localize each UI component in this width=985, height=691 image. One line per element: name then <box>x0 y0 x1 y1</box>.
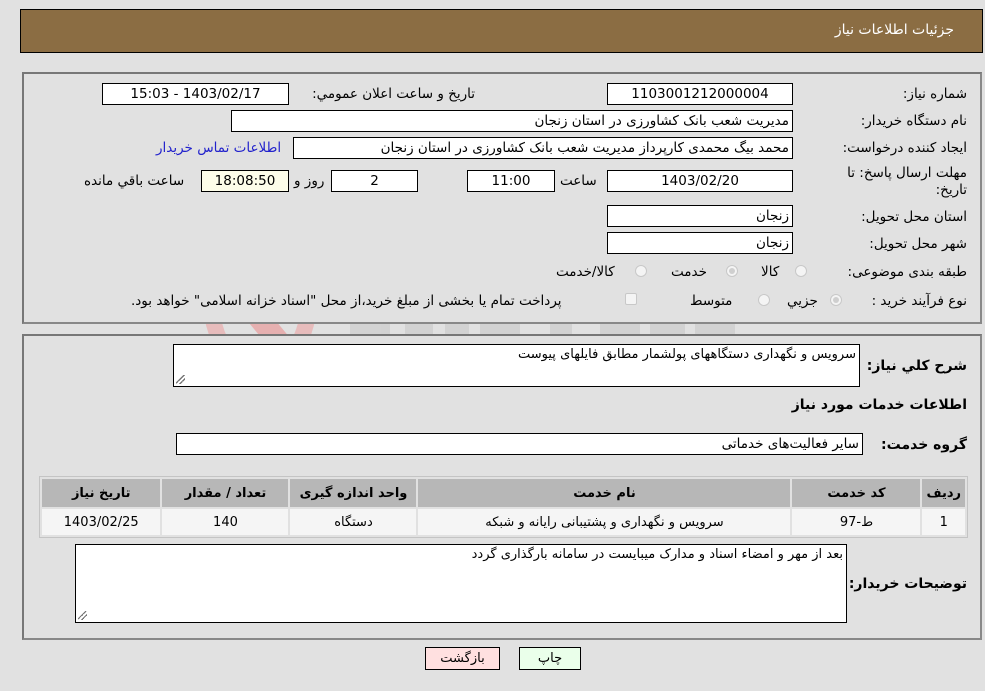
delivery-province-label: استان محل تحویل: <box>861 209 967 225</box>
col-header-quantity: تعداد / مقدار <box>162 479 289 507</box>
deadline-time-label: ساعت <box>560 173 597 189</box>
buyer-notes-label: توضیحات خریدار: <box>848 576 967 592</box>
need-number-label: شماره نیاز: <box>902 86 967 102</box>
cell-row-number: 1 <box>922 509 965 535</box>
remaining-time-label: ساعت باقي مانده <box>84 173 185 189</box>
buyer-contact-link[interactable]: اطلاعات تماس خریدار <box>156 140 281 156</box>
category-radio-service[interactable] <box>726 265 738 277</box>
treasury-checkbox[interactable] <box>625 293 637 305</box>
page-title: جزئیات اطلاعات نیاز <box>834 22 954 38</box>
description-label: شرح كلي نياز: <box>866 358 967 374</box>
page-header: جزئیات اطلاعات نیاز <box>20 9 983 53</box>
print-button[interactable]: چاپ <box>519 647 581 670</box>
service-group-field: سایر فعالیت‌های خدماتی <box>176 433 863 455</box>
process-radio-minor[interactable] <box>830 294 842 306</box>
col-header-service-name: نام خدمت <box>418 479 791 507</box>
requester-field: محمد بیگ محمدی کارپرداز مدیریت شعب بانک … <box>293 137 793 159</box>
remaining-days-field: 2 <box>331 170 418 192</box>
purchase-process-label: نوع فرآیند خرید : <box>871 293 967 309</box>
services-heading: اطلاعات خدمات مورد نیاز <box>791 397 967 413</box>
col-header-need-date: تاریخ نیاز <box>42 479 161 507</box>
services-table: ردیف کد خدمت نام خدمت واحد اندازه گیری ت… <box>39 476 968 538</box>
cell-quantity: 140 <box>162 509 289 535</box>
col-header-unit: واحد اندازه گیری <box>290 479 417 507</box>
cell-need-date: 1403/02/25 <box>42 509 161 535</box>
table-header-row: ردیف کد خدمت نام خدمت واحد اندازه گیری ت… <box>42 479 965 507</box>
deadline-label-line2: تاریخ: <box>935 182 967 198</box>
category-label: طبقه بندی موضوعی: <box>847 264 967 280</box>
cell-unit: دستگاه <box>290 509 417 535</box>
days-label: روز و <box>294 173 325 189</box>
requester-label: ایجاد کننده درخواست: <box>842 140 967 156</box>
resize-handle-icon[interactable] <box>176 375 185 384</box>
process-radio-medium[interactable] <box>758 294 770 306</box>
resize-handle-icon[interactable] <box>78 611 87 620</box>
col-header-row-number: ردیف <box>922 479 965 507</box>
treasury-note: پرداخت تمام یا بخشی از مبلغ خرید،از محل … <box>131 293 562 309</box>
process-option-minor: جزيي <box>787 293 818 309</box>
remaining-time-field: 18:08:50 <box>201 170 289 192</box>
description-text: سرویس و نگهداری دستگاههای پولشمار مطابق … <box>518 347 856 362</box>
description-textarea[interactable]: سرویس و نگهداری دستگاههای پولشمار مطابق … <box>173 344 860 387</box>
delivery-city-field: زنجان <box>607 232 793 254</box>
back-button[interactable]: بازگشت <box>425 647 500 670</box>
cell-service-name: سرویس و نگهداری و پشتیبانی رایانه و شبکه <box>418 509 791 535</box>
announce-datetime-label: تاریخ و ساعت اعلان عمومي: <box>312 86 475 102</box>
cell-service-code: ط-97 <box>792 509 921 535</box>
category-option-goods-service: کالا/خدمت <box>556 264 615 280</box>
category-radio-goods-service[interactable] <box>635 265 647 277</box>
need-number-field: 1103001212000004 <box>607 83 793 105</box>
table-row: 1 ط-97 سرویس و نگهداری و پشتیبانی رایانه… <box>42 509 965 535</box>
delivery-city-label: شهر محل تحویل: <box>869 236 967 252</box>
buyer-notes-text: بعد از مهر و امضاء اسناد و مدارک میبایست… <box>471 547 843 562</box>
delivery-province-field: زنجان <box>607 205 793 227</box>
buyer-org-label: نام دستگاه خریدار: <box>860 113 967 129</box>
category-option-service: خدمت <box>671 264 707 280</box>
category-option-goods: کالا <box>761 264 780 280</box>
service-group-label: گروه خدمت: <box>881 437 967 453</box>
deadline-date-field: 1403/02/20 <box>607 170 793 192</box>
deadline-label-line1: مهلت ارسال پاسخ: تا <box>847 165 967 181</box>
buyer-notes-textarea[interactable]: بعد از مهر و امضاء اسناد و مدارک میبایست… <box>75 544 847 623</box>
announce-datetime-field: 1403/02/17 - 15:03 <box>102 83 289 105</box>
deadline-time-field: 11:00 <box>467 170 555 192</box>
col-header-service-code: کد خدمت <box>792 479 921 507</box>
category-radio-goods[interactable] <box>795 265 807 277</box>
buyer-org-field: مدیریت شعب بانک کشاورزی در استان زنجان <box>231 110 793 132</box>
process-option-medium: متوسط <box>690 293 733 309</box>
